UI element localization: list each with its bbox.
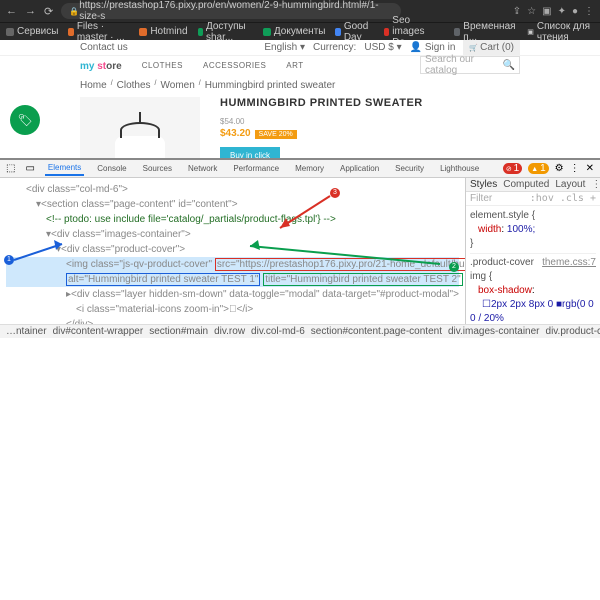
- floating-tag-icon[interactable]: 🏷: [10, 105, 40, 135]
- currency-label: Currency:: [313, 42, 356, 53]
- bookmark-item[interactable]: Hotmind: [139, 26, 187, 37]
- star-icon[interactable]: ☆: [527, 6, 536, 17]
- error-count[interactable]: ⊘ 1: [503, 163, 522, 174]
- back-button[interactable]: ←: [6, 5, 17, 17]
- menu-icon[interactable]: ⋮: [584, 6, 594, 17]
- browser-toolbar: ← → ⟳ 🔒 https://prestashop176.pixy.pro/e…: [0, 0, 600, 22]
- css-rules[interactable]: element.style { width: 100%; } theme.css…: [466, 206, 600, 324]
- alt-highlight: alt="Hummingbird printed sweater TEST 1": [66, 273, 260, 286]
- more-icon[interactable]: ⋮: [570, 163, 580, 174]
- save-badge: SAVE 20%: [255, 130, 297, 139]
- product-image[interactable]: 〰〰: [80, 97, 200, 158]
- share-icon[interactable]: ⇪: [513, 6, 521, 17]
- search-icon[interactable]: 🔍: [503, 60, 515, 71]
- buy-button[interactable]: Buy in click: [220, 147, 280, 158]
- tab-application[interactable]: Application: [337, 162, 382, 175]
- breadcrumb-item: Hummingbird printed sweater: [205, 80, 336, 91]
- breadcrumb-item[interactable]: Women: [161, 80, 195, 91]
- settings-icon[interactable]: ⚙: [555, 163, 564, 174]
- styles-panel: Styles Computed Layout ⋮ Filter :hov .cl…: [465, 178, 600, 324]
- breadcrumb-item[interactable]: Clothes: [117, 80, 151, 91]
- devtools: ⬚ ▭ Elements Console Sources Network Per…: [0, 158, 600, 338]
- contact-link[interactable]: Contact us: [80, 42, 128, 53]
- src-highlight: src="https://prestashop176.pixy.pro/21-h…: [215, 258, 465, 271]
- title-highlight: title="Hummingbird printed sweater TEST …: [263, 273, 462, 286]
- header: my store CLOTHES ACCESSORIES ART Search …: [0, 56, 600, 74]
- nav-accessories[interactable]: ACCESSORIES: [203, 61, 266, 70]
- dom-tree[interactable]: <div class="col-md-6"> ▾<section class="…: [0, 178, 465, 324]
- extension-icon[interactable]: ▣: [542, 6, 551, 17]
- annotation-1: 1: [4, 255, 14, 265]
- tab-sources[interactable]: Sources: [140, 162, 175, 175]
- tab-console[interactable]: Console: [94, 162, 129, 175]
- selected-element[interactable]: <img class="js-qv-product-cover" src="ht…: [6, 257, 459, 272]
- signin-link[interactable]: 👤 Sign in: [410, 42, 456, 53]
- annotation-3: 3: [330, 188, 340, 198]
- tab-network[interactable]: Network: [185, 162, 220, 175]
- warning-count[interactable]: ▲ 1: [528, 163, 548, 174]
- dom-breadcrumb[interactable]: …ntainer div#content-wrapper section#mai…: [0, 324, 600, 338]
- lang-selector[interactable]: English ▾: [264, 42, 305, 53]
- tab-performance[interactable]: Performance: [230, 162, 282, 175]
- bookmark-item[interactable]: Документы: [263, 26, 326, 37]
- bookmark-item[interactable]: Сервисы: [6, 26, 58, 37]
- bookmarks-bar: Сервисы Files · master · ... Hotmind Дос…: [0, 22, 600, 40]
- price-old: $54.00: [220, 117, 520, 126]
- puzzle-icon[interactable]: ✦: [558, 6, 566, 17]
- close-icon[interactable]: ✕: [586, 163, 594, 174]
- currency-selector[interactable]: USD $ ▾: [364, 42, 401, 53]
- device-icon[interactable]: ▭: [25, 163, 34, 174]
- tab-security[interactable]: Security: [392, 162, 427, 175]
- nav-art[interactable]: ART: [286, 61, 303, 70]
- price-new: $43.20: [220, 128, 251, 139]
- search-input[interactable]: Search our catalog🔍: [420, 56, 520, 74]
- product-title: HUMMINGBIRD PRINTED SWEATER: [220, 97, 520, 109]
- hov-toggle[interactable]: :hov .cls +: [530, 193, 596, 204]
- filter-input[interactable]: Filter: [470, 193, 492, 204]
- more-icon[interactable]: ⋮: [591, 179, 600, 190]
- reload-button[interactable]: ⟳: [44, 5, 53, 18]
- top-strip: Contact us English ▾ Currency: USD $ ▾ 👤…: [0, 40, 600, 56]
- layout-tab[interactable]: Layout: [555, 179, 585, 190]
- cart-button[interactable]: 🛒 Cart (0): [463, 40, 520, 55]
- tab-memory[interactable]: Memory: [292, 162, 327, 175]
- annotation-2: 2: [449, 262, 459, 272]
- logo[interactable]: my store: [80, 58, 122, 72]
- profile-icon[interactable]: ●: [572, 6, 578, 17]
- styles-tab[interactable]: Styles: [470, 179, 497, 190]
- url-bar[interactable]: 🔒 https://prestashop176.pixy.pro/en/wome…: [61, 3, 401, 19]
- computed-tab[interactable]: Computed: [503, 179, 549, 190]
- inspect-icon[interactable]: ⬚: [6, 163, 15, 174]
- nav-clothes[interactable]: CLOTHES: [142, 61, 183, 70]
- breadcrumb-item[interactable]: Home: [80, 80, 107, 91]
- tab-lighthouse[interactable]: Lighthouse: [437, 162, 482, 175]
- forward-button[interactable]: →: [25, 5, 36, 17]
- tab-elements[interactable]: Elements: [45, 161, 84, 176]
- devtools-tabs: ⬚ ▭ Elements Console Sources Network Per…: [0, 160, 600, 178]
- breadcrumb: Home / Clothes / Women / Hummingbird pri…: [80, 74, 520, 97]
